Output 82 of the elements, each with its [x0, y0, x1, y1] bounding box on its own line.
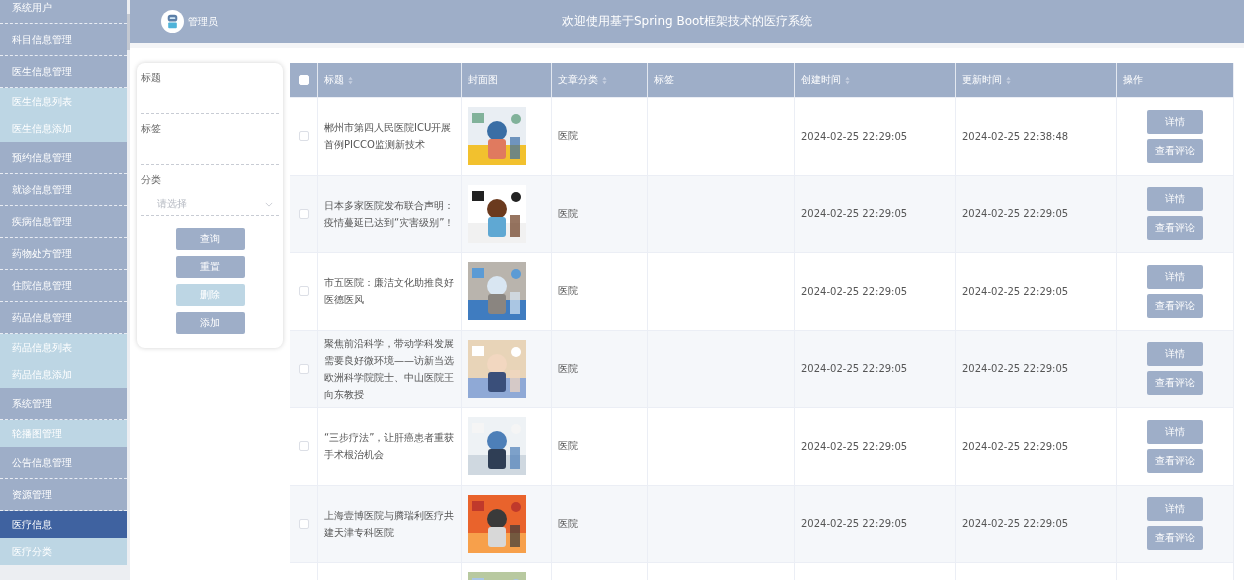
- table-cell: 医院: [558, 129, 578, 144]
- sidebar-item[interactable]: 医生信息管理: [0, 56, 127, 88]
- scrollbar[interactable]: [127, 14, 130, 50]
- sidebar-item[interactable]: 资源管理: [0, 479, 127, 511]
- row-checkbox[interactable]: [298, 363, 309, 374]
- table-cell: 2024-02-25 22:29:05: [962, 208, 1069, 220]
- column-header: 创建时间: [801, 73, 841, 87]
- sidebar-item[interactable]: 轮播图管理: [0, 420, 127, 447]
- table-cell-text: “三步疗法”，让肝癌患者重获手术根治机会: [324, 431, 455, 463]
- sidebar-item[interactable]: 医生信息添加: [0, 115, 127, 142]
- action-button[interactable]: 查看评论: [1147, 448, 1203, 473]
- column-header: 操作: [1123, 73, 1143, 87]
- table-cell-text: 聚焦前沿科学，带动学科发展需要良好微环境——访新当选欧洲科学院院士、中山医院王向东教授: [324, 336, 455, 402]
- action-button[interactable]: 详情: [1147, 342, 1203, 367]
- sort-icon[interactable]: [1006, 75, 1011, 85]
- sidebar-item[interactable]: 药品信息管理: [0, 302, 127, 334]
- action-button[interactable]: 查看评论: [1147, 371, 1203, 396]
- field-label: 标签: [141, 122, 162, 136]
- filter-button[interactable]: 查询: [175, 228, 245, 250]
- action-button[interactable]: 详情: [1147, 419, 1203, 444]
- page-title: 欢迎使用基于Spring Boot框架技术的医疗系统: [561, 13, 813, 30]
- sidebar-item[interactable]: 公告信息管理: [0, 447, 127, 479]
- table-cell: 2024-02-25 22:29:05: [801, 285, 908, 297]
- user-name: 管理员: [188, 14, 218, 29]
- table-cell: 医院: [558, 439, 578, 454]
- table-cell: 2024-02-25 22:38:48: [962, 130, 1069, 142]
- sidebar-item[interactable]: 疾病信息管理: [0, 206, 127, 238]
- table-cell-text: 郴州市第四人民医院ICU开展首例PICCO监测新技术: [324, 121, 453, 153]
- action-button[interactable]: 查看评论: [1147, 216, 1203, 241]
- sidebar-item[interactable]: 药物处方管理: [0, 238, 127, 270]
- sort-icon[interactable]: [602, 75, 607, 85]
- row-checkbox[interactable]: [298, 441, 309, 452]
- action-button[interactable]: 详情: [1147, 497, 1203, 522]
- filter-button[interactable]: 重置: [175, 256, 245, 278]
- column-header: 标签: [654, 73, 674, 87]
- table-cell: 2024-02-25 22:29:05: [962, 285, 1069, 297]
- table-cell-text: 上海壹博医院与腾瑞利医疗共建天津专科医院: [324, 508, 455, 540]
- field-label: 标题: [141, 71, 162, 85]
- action-button[interactable]: 查看评论: [1147, 138, 1203, 163]
- sidebar-item[interactable]: 系统用户: [0, 0, 127, 24]
- sidebar-item[interactable]: 系统管理: [0, 388, 127, 420]
- action-button[interactable]: 详情: [1147, 109, 1203, 134]
- chevron-down-icon: [265, 201, 273, 207]
- table-cell: 医院: [558, 206, 578, 221]
- sidebar-item[interactable]: 医疗信息: [0, 511, 127, 538]
- table-cell: 2024-02-25 22:29:05: [801, 363, 908, 375]
- select-all-checkbox[interactable]: [298, 75, 309, 85]
- column-header: 封面图: [468, 73, 498, 87]
- table-cell: 医院: [558, 284, 578, 299]
- table-cell-text: 日本多家医院发布联合声明：疫情蔓延已达到“灾害级别”！: [324, 198, 455, 230]
- table-cell: 2024-02-25 22:29:05: [962, 363, 1069, 375]
- sidebar-item[interactable]: 预约信息管理: [0, 142, 127, 174]
- table-cell: 2024-02-25 22:29:05: [801, 130, 908, 142]
- column-header: 标题: [324, 73, 344, 87]
- action-button[interactable]: 详情: [1147, 264, 1203, 289]
- table-cell: 2024-02-25 22:29:05: [801, 440, 908, 452]
- table-cell: 2024-02-25 22:29:05: [801, 518, 908, 530]
- select-field[interactable]: 请选择: [141, 193, 279, 216]
- table-cell: 医院: [558, 516, 578, 531]
- table-cell: 医院: [558, 361, 578, 376]
- action-button[interactable]: 详情: [1147, 187, 1203, 212]
- field-label: 分类: [141, 173, 162, 187]
- table-cell-text: 市五医院：廉洁文化助推良好医德医风: [324, 276, 455, 308]
- row-checkbox[interactable]: [298, 518, 309, 529]
- sidebar-item[interactable]: 住院信息管理: [0, 270, 127, 302]
- table-cell: 2024-02-25 22:29:05: [962, 440, 1069, 452]
- table-cell: 2024-02-25 22:29:05: [962, 518, 1069, 530]
- table-cell: 2024-02-25 22:29:05: [801, 208, 908, 220]
- row-checkbox[interactable]: [298, 131, 309, 142]
- row-checkbox[interactable]: [298, 208, 309, 219]
- action-button[interactable]: 查看评论: [1147, 293, 1203, 318]
- row-checkbox[interactable]: [298, 286, 309, 297]
- column-header: 文章分类: [558, 73, 598, 87]
- sort-icon[interactable]: [348, 75, 353, 85]
- sidebar-item[interactable]: 就诊信息管理: [0, 174, 127, 206]
- robot-avatar-icon: [161, 10, 184, 33]
- column-header: 更新时间: [962, 73, 1002, 87]
- sidebar-item[interactable]: 科目信息管理: [0, 24, 127, 56]
- sidebar-item[interactable]: 医生信息列表: [0, 88, 127, 115]
- filter-button[interactable]: 添加: [175, 312, 245, 334]
- action-button[interactable]: 查看评论: [1147, 526, 1203, 551]
- sort-icon[interactable]: [845, 75, 850, 85]
